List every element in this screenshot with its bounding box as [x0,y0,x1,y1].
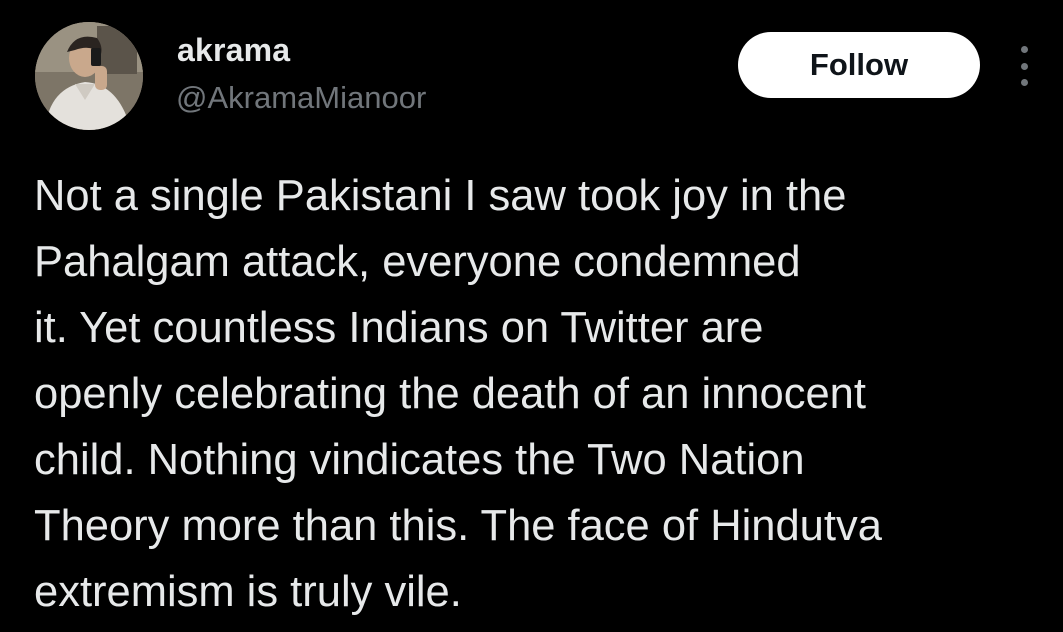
tweet-line: Pahalgam attack, everyone condemned [34,238,801,286]
tweet-line: openly celebrating the death of an innoc… [34,370,866,418]
tweet-line: Not a single Pakistani I saw took joy in… [34,172,847,220]
dot [1020,46,1028,53]
tweet-line: child. Nothing vindicates the Two Nation [34,436,805,484]
tweet-line: it. Yet countless Indians on Twitter are [34,304,764,352]
avatar[interactable] [35,22,143,130]
follow-button[interactable]: Follow [738,32,980,98]
tweet-line: Theory more than this. The face of Hindu… [34,502,882,550]
dot [1020,62,1028,70]
dot [1020,79,1028,86]
display-name[interactable]: akrama [177,30,290,70]
tweet-line: extremism is truly vile. [34,568,462,616]
more-vertical-icon[interactable] [1014,46,1034,86]
avatar-photo [35,22,143,130]
user-handle[interactable]: @AkramaMianoor [176,78,426,118]
tweet-text: Not a single Pakistani I saw took joy in… [34,163,1054,625]
